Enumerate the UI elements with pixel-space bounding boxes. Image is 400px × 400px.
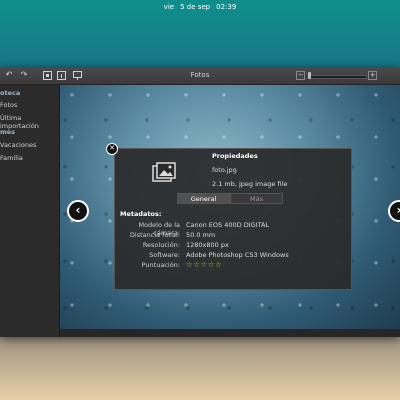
sidebar-item-label: Fotos [0, 101, 18, 109]
sidebar-heading-library: oteca [0, 89, 21, 97]
sidebar-item-vacations[interactable]: Vacaciones [0, 141, 36, 149]
star-icon[interactable]: ☆ [215, 260, 222, 269]
resolution-value: 1280x800 px [186, 241, 229, 249]
focal-length-value: 50.0 mm [186, 231, 216, 239]
sidebar: oteca Fotos Última importación mes Vacac… [0, 85, 60, 337]
clock-day: vie [163, 3, 175, 11]
close-icon[interactable]: ✕ [106, 143, 118, 155]
zoom-out-icon[interactable]: − [296, 71, 305, 80]
tab-general[interactable]: General [177, 193, 230, 204]
top-panel: vie 5 de sep 02:39 [0, 0, 400, 14]
previous-arrow-icon[interactable]: ‹ [67, 200, 89, 222]
dialog-tabs: General Más [177, 193, 283, 204]
sidebar-item-label: Familia [0, 154, 23, 162]
rating-stars[interactable]: ☆☆☆☆☆ [186, 260, 222, 269]
window-titlebar: ↶ ↷ Fotos − + [0, 67, 400, 85]
software-value: Adobe Photoshop CS3 Windows [186, 251, 289, 259]
sidebar-item-photos[interactable]: Fotos [0, 101, 17, 109]
sidebar-heading-events: mes [0, 128, 16, 136]
zoom-slider[interactable]: − + [296, 71, 378, 80]
resolution-label: Resolución: [142, 241, 180, 249]
metadata-heading: Metadatos: [120, 210, 162, 218]
rating-label: Puntuación: [141, 261, 180, 269]
sidebar-item-label: Vacaciones [0, 141, 37, 149]
image-file-icon [152, 162, 176, 182]
camera-model-value: Canon EOS 400D DIGITAL [186, 221, 270, 229]
star-icon[interactable]: ☆ [208, 260, 215, 269]
zoom-track[interactable] [308, 75, 367, 79]
statusbar [60, 329, 400, 337]
file-size: 2.1 mb, jpeg image file [212, 180, 288, 188]
zoom-handle[interactable] [308, 72, 311, 79]
clock-date: 5 de sep [180, 3, 211, 11]
file-name: foto.jpg [212, 166, 237, 174]
tab-more[interactable]: Más [230, 193, 283, 204]
dialog-title: Propiedades [212, 152, 258, 160]
clock-time: 02:39 [216, 3, 237, 11]
focal-length-label: Distancia focal: [129, 231, 180, 239]
zoom-in-icon[interactable]: + [368, 71, 377, 80]
software-label: Software: [149, 251, 180, 259]
star-icon[interactable]: ☆ [200, 260, 207, 269]
sidebar-item-family[interactable]: Familia [0, 154, 23, 162]
